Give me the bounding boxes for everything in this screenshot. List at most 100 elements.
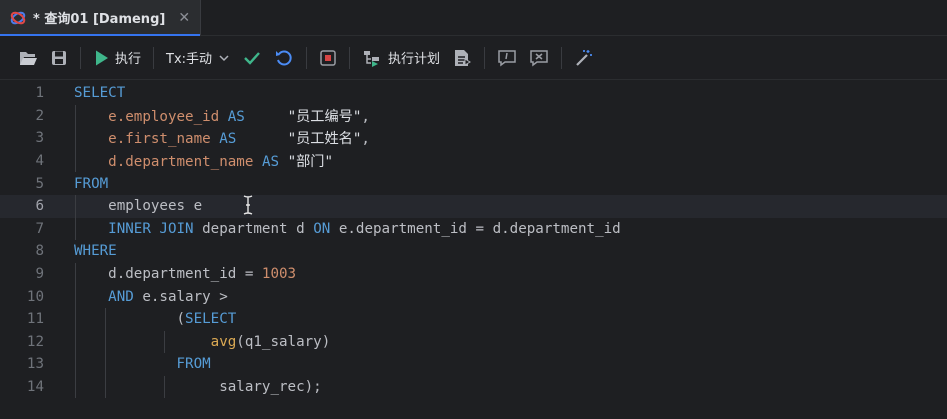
tab-title: * 查询01 [Dameng] (33, 12, 166, 27)
line-number: 14 (26, 379, 44, 396)
code-line[interactable]: 1 SELECT (0, 82, 947, 105)
code-line[interactable]: 11 (SELECT (0, 308, 947, 331)
line-number: 1 (35, 85, 44, 102)
code-token: , (361, 131, 370, 148)
commit-button[interactable] (236, 43, 268, 73)
code-text: employees e (74, 198, 202, 214)
line-number: 9 (35, 266, 44, 283)
code-line[interactable]: 2 e.employee_id AS "员工编号", (0, 105, 947, 128)
query-toolbar: 执行 Tx:手动 执行计划 (0, 36, 947, 80)
line-number: 13 (26, 356, 44, 373)
uncomment-button[interactable] (523, 43, 555, 73)
execution-plan-button[interactable]: 执行计划 (356, 43, 446, 73)
line-number: 3 (35, 130, 44, 147)
code-token: d.department_name (108, 154, 254, 171)
code-text: INNER JOIN department d ON e.department_… (74, 221, 621, 237)
code-line[interactable]: 10 AND e.salary > (0, 285, 947, 308)
comment-button[interactable] (491, 43, 523, 73)
stop-icon (320, 49, 336, 66)
code-text: avg(q1_salary) (74, 333, 331, 350)
toolbar-divider (80, 46, 81, 69)
line-number: 12 (26, 333, 44, 350)
indent-guide (75, 104, 76, 173)
code-token: 1003 (261, 266, 297, 283)
line-number: 8 (35, 243, 44, 260)
code-line[interactable]: 7 INNER JOIN department d ON e.departmen… (0, 218, 947, 241)
query-tab[interactable]: * 查询01 [Dameng] ✕ (0, 0, 202, 36)
database-icon (10, 11, 26, 24)
code-token: WHERE (74, 243, 117, 260)
execution-plan-icon (364, 50, 380, 67)
code-token: e.department_id = d.department_id (330, 220, 621, 237)
code-token: salary_rec); (74, 379, 322, 396)
sql-editor[interactable]: 1 SELECT 2 e.employee_id AS "员工编号", 3 e.fir… (0, 80, 947, 399)
code-token: e.salary > (133, 288, 228, 305)
code-line[interactable]: 13 FROM (0, 353, 947, 376)
format-button[interactable] (446, 43, 478, 73)
indent-guide (104, 308, 106, 399)
code-token: SELECT (185, 311, 237, 328)
transaction-mode-dropdown[interactable]: Tx:手动 (160, 43, 236, 73)
code-text: FROM (74, 176, 108, 192)
code-token: ( (74, 311, 186, 328)
code-line[interactable]: 14 salary_rec); (0, 376, 947, 399)
indent-guide (163, 375, 165, 399)
open-file-button[interactable] (12, 43, 44, 73)
magic-wand-icon (576, 49, 593, 66)
code-token: employees e (74, 198, 203, 215)
play-icon (96, 50, 108, 65)
rollback-button[interactable] (268, 43, 300, 73)
code-line[interactable]: 12 avg(q1_salary) (0, 331, 947, 354)
code-token: AS (261, 154, 280, 171)
code-token: department d (193, 220, 314, 237)
code-text: d.department_name AS "部门" (74, 151, 333, 171)
toolbar-divider (561, 46, 563, 69)
code-token: "部门" (287, 154, 334, 171)
line-number: 4 (35, 153, 44, 170)
check-icon (244, 51, 260, 65)
code-line[interactable]: 8 WHERE (0, 240, 947, 263)
transaction-mode-label: Tx:手动 (166, 52, 213, 67)
code-token: e.first_name (108, 131, 211, 148)
code-line[interactable]: 6 employees e (0, 194, 947, 218)
code-text: WHERE (74, 243, 117, 259)
indent-guide (75, 195, 76, 241)
code-text: SELECT (74, 85, 125, 101)
save-button[interactable] (44, 43, 74, 73)
close-icon[interactable]: ✕ (178, 10, 190, 26)
editor-tab-bar: * 查询01 [Dameng] ✕ (0, 0, 947, 36)
code-token: SELECT (74, 85, 126, 102)
code-token: e.employee_id (108, 108, 220, 125)
uncomment-icon (530, 49, 548, 66)
comment-icon (498, 49, 516, 66)
stop-button[interactable] (313, 43, 343, 73)
code-text: d.department_id = 1003 (74, 266, 296, 282)
code-token: (q1_salary) (236, 333, 331, 350)
code-text: (SELECT (74, 311, 236, 327)
code-line[interactable]: 4 d.department_name AS "部门" (0, 150, 947, 173)
code-line[interactable]: 3 e.first_name AS "员工姓名", (0, 127, 947, 150)
chevron-down-icon (219, 54, 229, 61)
indent-guide (163, 330, 165, 354)
code-token: , (361, 108, 370, 125)
code-line[interactable]: 9 d.department_id = 1003 (0, 263, 947, 286)
line-number: 5 (35, 175, 44, 192)
code-token: INNER JOIN (108, 220, 194, 237)
run-button[interactable]: 执行 (87, 43, 147, 73)
save-icon (52, 50, 66, 65)
execution-plan-label: 执行计划 (388, 52, 441, 67)
indent-guide (75, 262, 76, 399)
magic-wand-button[interactable] (568, 43, 600, 73)
code-token: avg (210, 333, 237, 350)
code-line[interactable]: 5 FROM (0, 172, 947, 195)
line-number: 2 (35, 107, 44, 124)
code-token: AS (219, 131, 237, 148)
